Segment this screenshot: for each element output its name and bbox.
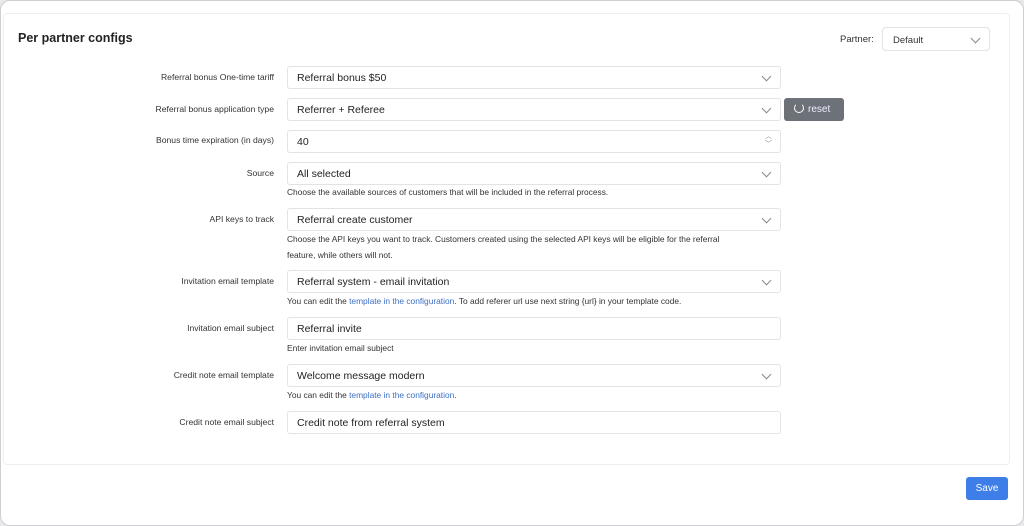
partner-value: Default xyxy=(893,35,924,46)
partner-label: Partner: xyxy=(840,34,874,45)
label-credit-note-template: Credit note email template xyxy=(173,370,274,380)
chevron-down-icon xyxy=(970,33,981,44)
chevron-down-icon xyxy=(761,369,772,380)
referral-bonus-tariff-select[interactable]: Referral bonus $50 xyxy=(287,66,781,89)
chevron-down-icon xyxy=(761,103,772,114)
partner-select[interactable]: Default xyxy=(882,27,990,51)
page-title: Per partner configs xyxy=(18,31,133,45)
chevron-down-icon xyxy=(761,275,772,286)
per-partner-configs-card: Per partner configs Partner: Default Ref… xyxy=(3,13,1010,465)
chevron-down-icon xyxy=(761,213,772,224)
input-value: 40 xyxy=(297,136,309,148)
source-help: Choose the available sources of customer… xyxy=(287,187,609,197)
bonus-expiration-input[interactable]: 40 ︿ ﹀ xyxy=(287,130,781,153)
source-select[interactable]: All selected xyxy=(287,162,781,185)
select-value: Referral create customer xyxy=(297,214,413,226)
select-value: All selected xyxy=(297,168,351,180)
label-source: Source xyxy=(246,168,274,178)
help-text: You can edit the xyxy=(287,390,350,400)
select-value: Referrer + Referee xyxy=(297,104,385,116)
help-line: feature, while others will not. xyxy=(287,250,393,260)
select-value: Referral system - email invitation xyxy=(297,276,450,288)
credit-note-template-help: You can edit the template in the configu… xyxy=(287,387,787,403)
api-keys-help: Choose the API keys you want to track. C… xyxy=(287,231,787,263)
label-invitation-template: Invitation email template xyxy=(181,276,274,286)
label-invitation-subject: Invitation email subject xyxy=(187,323,274,333)
select-value: Referral bonus $50 xyxy=(297,72,387,84)
page-frame: Per partner configs Partner: Default Ref… xyxy=(0,0,1024,526)
label-referral-bonus-tariff: Referral bonus One-time tariff xyxy=(160,72,274,82)
label-credit-note-subject: Credit note email subject xyxy=(179,417,274,427)
credit-note-subject-input[interactable]: Credit note from referral system xyxy=(287,411,781,434)
help-text: . xyxy=(454,390,457,400)
label-bonus-expiration: Bonus time expiration (in days) xyxy=(156,135,274,145)
template-config-link[interactable]: template in the configuration xyxy=(349,390,454,400)
reset-button[interactable]: reset xyxy=(784,98,844,121)
reset-label: reset xyxy=(808,104,831,115)
help-line: Choose the API keys you want to track. C… xyxy=(287,234,720,244)
save-button[interactable]: Save xyxy=(966,477,1008,500)
input-value: Referral invite xyxy=(297,323,362,335)
number-stepper-icon[interactable]: ︿ ﹀ xyxy=(765,133,772,149)
help-text: You can edit the xyxy=(287,296,350,306)
application-type-select[interactable]: Referrer + Referee xyxy=(287,98,781,121)
invitation-template-select[interactable]: Referral system - email invitation xyxy=(287,270,781,293)
invitation-template-help: You can edit the template in the configu… xyxy=(287,293,787,309)
input-value: Credit note from referral system xyxy=(297,417,445,429)
chevron-down-icon xyxy=(761,167,772,178)
refresh-icon xyxy=(794,103,804,113)
template-config-link[interactable]: template in the configuration xyxy=(349,296,454,306)
chevron-down-icon xyxy=(761,71,772,82)
help-text: . To add referer url use next string {ur… xyxy=(454,296,682,306)
api-keys-select[interactable]: Referral create customer xyxy=(287,208,781,231)
label-application-type: Referral bonus application type xyxy=(155,104,274,114)
select-value: Welcome message modern xyxy=(297,370,425,382)
credit-note-template-select[interactable]: Welcome message modern xyxy=(287,364,781,387)
invitation-subject-help: Enter invitation email subject xyxy=(287,343,394,353)
invitation-subject-input[interactable]: Referral invite xyxy=(287,317,781,340)
label-api-keys: API keys to track xyxy=(209,214,274,224)
